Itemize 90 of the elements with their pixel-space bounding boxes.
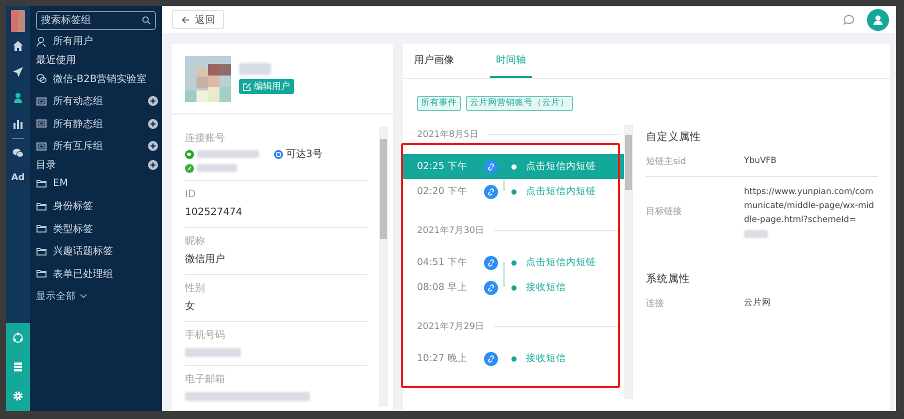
tab[interactable]: 用户画像: [414, 44, 460, 78]
attribute-label: 目标链接: [646, 206, 683, 218]
folder-icon: [36, 223, 47, 234]
folder-icon: [36, 96, 47, 107]
search-icon: [142, 16, 151, 25]
logo-icon: [11, 10, 25, 32]
settings-icon[interactable]: [12, 390, 24, 402]
link-icon: [484, 256, 498, 270]
folder-icon: [36, 178, 47, 190]
edit-icon: [243, 82, 251, 90]
section-heading: 最近使用: [36, 54, 76, 67]
wechat-icon[interactable]: [12, 147, 24, 159]
send-icon[interactable]: [12, 66, 24, 78]
timeline-dot-icon: [511, 356, 517, 362]
timeline-dot-icon: [511, 284, 517, 290]
sidebar-item[interactable]: 兴趣话题标签: [36, 244, 113, 258]
folder-icon: [36, 246, 47, 257]
user-search-icon: [36, 36, 47, 47]
timeline-event[interactable]: 04:51 下午 点击短信内短链: [403, 250, 624, 275]
folder-icon: [36, 268, 47, 280]
user-icon[interactable]: [12, 92, 24, 104]
add-icon[interactable]: [148, 160, 158, 170]
avatar-icon[interactable]: [867, 8, 889, 30]
search-field[interactable]: 搜索标签组: [36, 11, 156, 30]
show-all-link[interactable]: 显示全部: [36, 290, 87, 303]
folder-icon: [36, 118, 47, 130]
blurred-name: [239, 63, 271, 75]
field-label: 连接账号: [185, 132, 226, 146]
link-icon: [484, 160, 498, 174]
attribute-label: 连接: [646, 298, 665, 310]
field-label: 电子邮箱: [185, 372, 226, 387]
chevron-down-icon: [80, 294, 87, 299]
attribute-value: YbuVFB: [744, 155, 778, 168]
timeline-event[interactable]: 08:08 早上 接收短信: [403, 275, 624, 300]
field-label: ID: [185, 188, 197, 202]
date-label: 2021年8月5日: [417, 128, 478, 141]
date-label: 2021年7月29日: [417, 320, 484, 333]
timeline-event[interactable]: 10:27 晚上 接收短信: [403, 346, 624, 371]
field-value: 102527474: [185, 206, 244, 220]
section-title: 自定义属性: [646, 130, 702, 145]
attribute-value: https://www.yunpian.com/communicate/middle-page/wx-middle-page.html?schemeId=: [744, 186, 875, 227]
sidebar-item[interactable]: 类型标签: [36, 222, 93, 236]
list-icon[interactable]: [12, 360, 24, 373]
bar-chart-icon[interactable]: [12, 118, 24, 130]
sidebar-item[interactable]: 表单已处理组: [36, 266, 113, 281]
blurred-value: [197, 150, 259, 158]
link-icon: [484, 184, 498, 198]
blurred-value: [197, 164, 237, 172]
timeline-dot-icon: [511, 188, 517, 194]
sidebar-item[interactable]: 所有用户: [36, 34, 93, 48]
link-icon: [484, 352, 498, 366]
timeline-event[interactable]: 02:20 下午 点击短信内短链: [403, 179, 624, 204]
attribute-label: 短链主sid: [646, 156, 687, 168]
chat-icon[interactable]: [843, 14, 855, 26]
sidebar-item[interactable]: 所有动态组: [36, 94, 103, 108]
scrollbar[interactable]: [624, 125, 632, 399]
field-label: 手机号码: [185, 328, 226, 343]
wechat-icon: [185, 150, 194, 158]
folder-icon: [36, 200, 47, 212]
field-value: 女: [185, 300, 196, 314]
blurred-value: [185, 348, 241, 357]
sidebar-item[interactable]: 微信-B2B营销实验室: [36, 72, 147, 86]
timeline-dot-icon: [511, 164, 517, 170]
add-icon[interactable]: [148, 118, 158, 129]
add-icon[interactable]: [148, 96, 158, 106]
section-title: 系统属性: [646, 272, 691, 287]
sidebar-item[interactable]: EM: [36, 178, 68, 190]
arrow-left-icon: [181, 16, 190, 24]
timeline-dot-icon: [511, 260, 517, 266]
attribute-value: 云片网: [744, 297, 772, 310]
field-label: 昵称: [185, 235, 206, 249]
home-icon[interactable]: [12, 40, 24, 52]
back-button[interactable]: 返回: [172, 10, 224, 29]
link-icon: [484, 280, 498, 294]
field-value: 微信用户: [185, 252, 226, 267]
date-label: 2021年7月30日: [417, 224, 484, 237]
section-heading: 目录: [36, 159, 56, 172]
add-icon[interactable]: [148, 141, 158, 152]
scrollbar[interactable]: [379, 127, 388, 407]
account-name: 可达3号: [286, 148, 322, 161]
ad-link[interactable]: Ad: [11, 173, 25, 184]
sidebar-item[interactable]: 所有静态组: [36, 116, 103, 131]
network-icon[interactable]: [12, 332, 24, 344]
link-icon: [185, 164, 194, 172]
sidebar-item[interactable]: 所有互斥组: [36, 139, 103, 154]
chat-icon: [274, 150, 283, 158]
folder-icon: [36, 140, 47, 152]
chat-icon: [36, 73, 47, 84]
sidebar-item[interactable]: 身份标签: [36, 199, 93, 214]
field-label: 性别: [185, 282, 206, 296]
